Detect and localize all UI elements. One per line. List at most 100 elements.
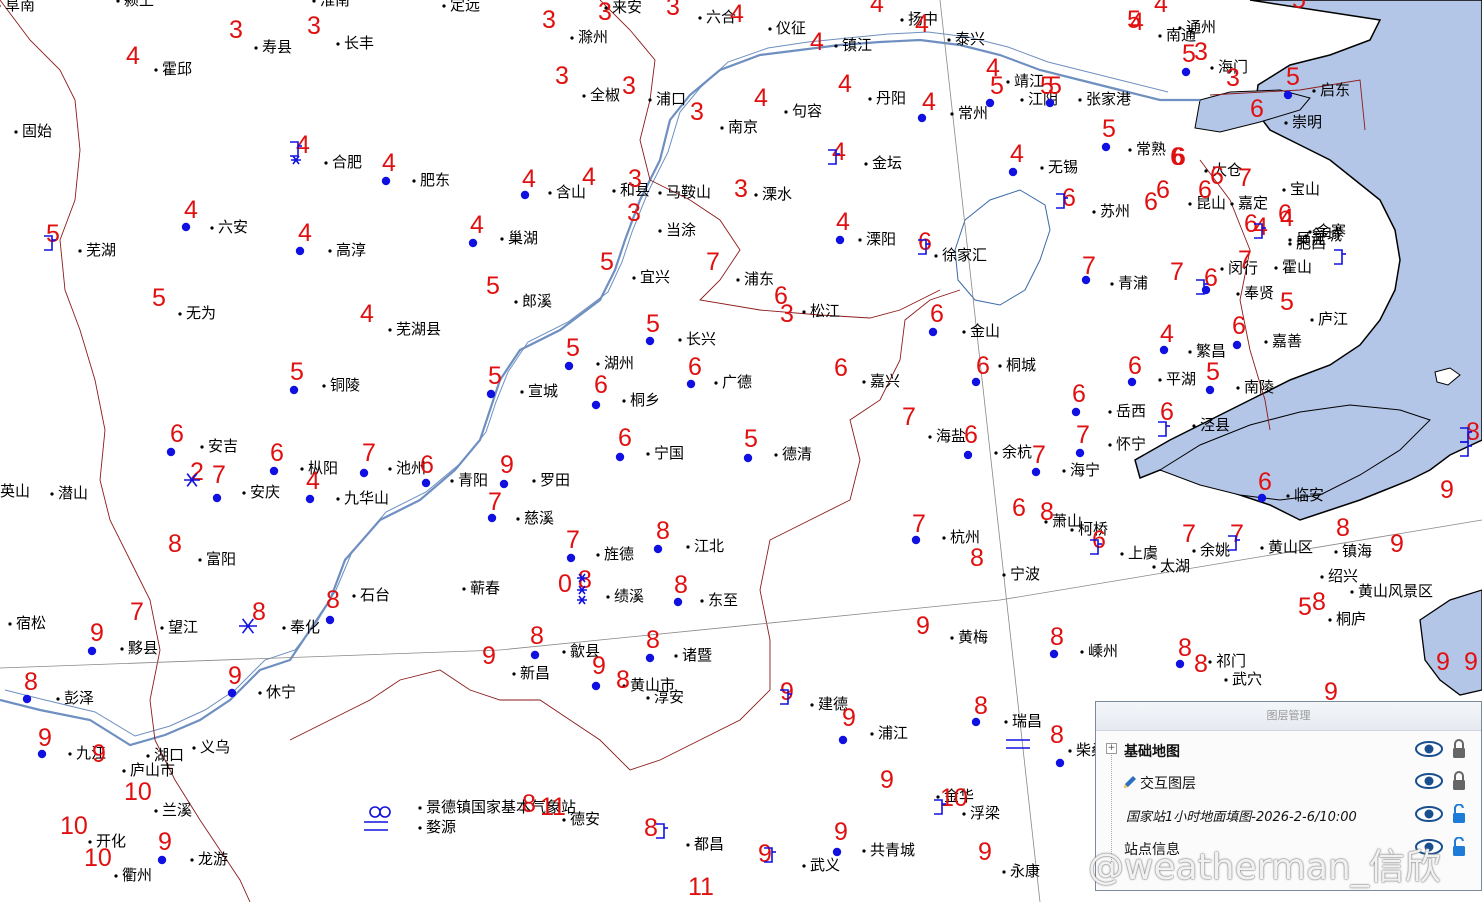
station-19[interactable]: 句容 4 [754, 84, 822, 120]
visibility-eye-icon[interactable] [1415, 838, 1443, 856]
station-39[interactable]: 六安 4 [181, 196, 248, 236]
station-16[interactable]: 全椒 3 [555, 62, 620, 104]
station-106[interactable]: 绍兴 [1320, 567, 1358, 585]
station-83[interactable]: 德清 5 [743, 425, 812, 463]
station-86[interactable]: 怀宁 7 [1075, 421, 1146, 458]
layer-row-interactive[interactable]: 交互图层 [1106, 766, 1481, 798]
station-103[interactable]: 旌德 7 [566, 526, 634, 563]
station-65[interactable]: 长兴 5 [645, 310, 716, 348]
station-42[interactable]: 溧阳 4 [835, 208, 896, 248]
station-74[interactable]: 嘉兴 6 [834, 354, 900, 390]
station-128[interactable]: 休宁 9 [227, 662, 296, 701]
station-36[interactable]: 无锡 4 [1008, 140, 1078, 177]
station-4[interactable]: 来安3 [598, 0, 642, 26]
station-30[interactable]: 肥东 4 [381, 149, 450, 189]
station-35[interactable]: 金坛 4 [832, 138, 902, 172]
station-34[interactable]: 溧水 3 [734, 175, 792, 203]
station-43[interactable]: 苏州6 [1062, 184, 1130, 220]
station-50[interactable]: 高淳 4 [295, 219, 366, 259]
station-97[interactable]: 杭州7 [911, 510, 980, 546]
station-2[interactable]: 淮南 [312, 0, 350, 9]
station-146[interactable]: 都昌 8 [644, 814, 724, 853]
lock-closed-icon[interactable] [1451, 771, 1467, 791]
station-11[interactable]: 寿县 3 [229, 16, 292, 56]
station-28[interactable]: 固始 [14, 122, 52, 140]
station-79[interactable]: 安吉 6 [166, 420, 238, 457]
station-111[interactable]: 绩溪8 [578, 566, 644, 605]
station-80[interactable]: 海盐 7 [902, 403, 966, 445]
station-150[interactable]: 武义 9 [758, 840, 840, 874]
station-77[interactable]: 桐乡 6 [591, 371, 660, 410]
station-102[interactable]: 黄山区 7 [1230, 520, 1313, 556]
lock-open-icon[interactable] [1451, 837, 1467, 857]
station-31[interactable]: 含山4 [520, 165, 586, 201]
visibility-eye-icon[interactable] [1415, 805, 1443, 823]
station-17[interactable]: 浦口 3 [622, 72, 686, 108]
station-5[interactable]: 六合3 [666, 0, 736, 26]
station-15[interactable]: 霍邱 4 [126, 42, 192, 78]
station-115[interactable]: 宿松 [8, 614, 46, 632]
visibility-eye-icon[interactable] [1415, 740, 1443, 758]
station-120[interactable]: 黟县 9 [87, 619, 158, 657]
station-64[interactable]: 芜湖县 4 [360, 300, 441, 338]
station-81[interactable]: 泾县6 [1160, 398, 1230, 434]
station-113[interactable]: 石台 8 [325, 586, 390, 625]
station-14[interactable]: 镇江 4 [810, 28, 872, 56]
station-122[interactable]: 诸暨 8 [645, 626, 712, 664]
station-132[interactable]: 浦江 9 [838, 704, 908, 745]
station-12[interactable]: 长丰 3 [307, 12, 374, 52]
station-148[interactable]: 共青城 9 [832, 818, 915, 859]
layer-row-station-info[interactable]: 站点信息 [1106, 832, 1481, 864]
lock-closed-icon[interactable] [1451, 739, 1467, 759]
station-21[interactable]: 常州 4 [917, 88, 988, 123]
station-143[interactable]: 婺源 [418, 818, 456, 836]
station-68[interactable]: 繁昌4 [1159, 320, 1226, 360]
station-121[interactable]: 歙县8 [530, 622, 600, 660]
station-67[interactable]: 嘉善 6 [1232, 312, 1302, 350]
station-104[interactable]: 江北 8 [653, 517, 724, 555]
station-26[interactable]: 启东 5 [1283, 63, 1350, 100]
station-109[interactable]: 宁波 8 [970, 544, 1040, 583]
station-0[interactable]: 阜南 [0, 0, 35, 14]
lock-open-icon[interactable] [1451, 804, 1467, 824]
station-117[interactable]: 奉化 8 [252, 598, 320, 636]
station-37[interactable]: 常熟 5 [1101, 115, 1166, 158]
station-114[interactable]: 蕲春 [462, 579, 500, 597]
station-53[interactable]: 徐家汇 6 [918, 228, 987, 264]
station-92[interactable]: 潜山 [50, 484, 88, 502]
station-1[interactable]: 颍上 [116, 0, 154, 9]
layer-row-station-plot[interactable]: 国家站1小时地面填图-2026-2-6/10:00 [1106, 799, 1481, 831]
station-59[interactable]: 无为 5 [152, 284, 216, 322]
station-96[interactable]: 临安 6 [1257, 468, 1324, 504]
station-131[interactable]: 建德9 [780, 678, 848, 713]
station-94[interactable]: 九华山 4 [305, 467, 389, 507]
station-89[interactable]: 青阳 6 [420, 451, 488, 489]
station-27[interactable]: 崇明 6 [1250, 95, 1322, 131]
station-136[interactable]: 义乌 [192, 738, 230, 756]
station-118[interactable]: 桐庐 [1328, 610, 1366, 628]
station-91[interactable]: 英山 [0, 482, 30, 500]
station-105[interactable]: 镇海8 [1334, 514, 1372, 560]
station-123[interactable]: 嵊州 8 [1049, 623, 1118, 660]
station-82[interactable]: 宁国 6 [615, 424, 684, 462]
station-84[interactable]: 余杭 6 [963, 421, 1032, 461]
station-75[interactable]: 平湖 6 [1127, 352, 1196, 388]
station-40[interactable]: 巢湖 4 [468, 211, 538, 248]
station-18[interactable]: 南京 3 [690, 98, 758, 136]
station-76[interactable]: 南陵 5 [1205, 358, 1274, 396]
station-73[interactable]: 广德 6 [686, 353, 752, 391]
station-108[interactable]: 富阳 8 [168, 530, 236, 568]
station-3[interactable]: 定远 [442, 0, 480, 14]
station-52[interactable]: 浦东 7 [706, 248, 774, 288]
station-124[interactable]: 祁门 8 [1175, 634, 1246, 670]
expand-icon[interactable]: + [1106, 743, 1117, 754]
station-71[interactable]: 铜陵 5 [289, 358, 360, 395]
station-101[interactable]: 余姚7 [1182, 520, 1230, 559]
station-116[interactable]: 望江 7 [130, 598, 198, 636]
station-41[interactable]: 当涂 3 [627, 199, 696, 239]
station-149[interactable]: 衢州 10 [84, 844, 152, 884]
station-66[interactable]: 金山 6 [928, 300, 1000, 340]
station-147[interactable]: 龙游 9 [157, 828, 228, 868]
station-6[interactable]: 仪征 4 [730, 0, 806, 37]
layer-row-base-map[interactable]: + 基础地图 [1106, 734, 1481, 766]
